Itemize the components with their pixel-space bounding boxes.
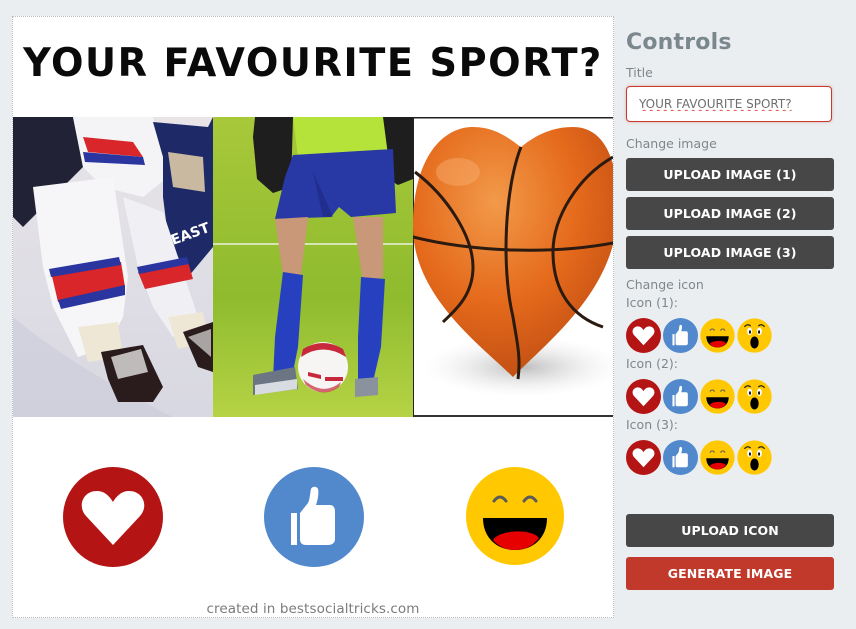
thumbs-up-icon[interactable] bbox=[663, 318, 698, 353]
upload-image-1-button[interactable]: UPLOAD IMAGE (1) bbox=[626, 158, 834, 191]
image-strip: EAST bbox=[13, 117, 613, 417]
heart-icon bbox=[63, 467, 163, 567]
change-image-label: Change image bbox=[626, 136, 717, 151]
icon-3-label: Icon (3): bbox=[626, 417, 679, 432]
heart-icon[interactable] bbox=[626, 318, 661, 353]
thumbs-up-icon[interactable] bbox=[663, 379, 698, 414]
basketball-heart-image bbox=[413, 117, 613, 417]
surprised-face-icon[interactable] bbox=[737, 318, 772, 353]
upload-image-3-button[interactable]: UPLOAD IMAGE (3) bbox=[626, 236, 834, 269]
icon-2-label: Icon (2): bbox=[626, 356, 679, 371]
surprised-face-icon[interactable] bbox=[737, 440, 772, 475]
laughing-face-icon bbox=[465, 466, 565, 566]
generate-image-button[interactable]: GENERATE IMAGE bbox=[626, 557, 834, 590]
thumbs-up-icon bbox=[264, 467, 364, 567]
surprised-face-icon[interactable] bbox=[737, 379, 772, 414]
icon-2-options bbox=[626, 379, 836, 415]
reaction-icons bbox=[13, 467, 613, 567]
preview-canvas: YOUR FAVOURITE SPORT? EAST created in be… bbox=[12, 16, 614, 618]
title-input[interactable] bbox=[626, 86, 832, 122]
thumbs-up-icon[interactable] bbox=[663, 440, 698, 475]
upload-icon-button[interactable]: UPLOAD ICON bbox=[626, 514, 834, 547]
change-icon-label: Change icon bbox=[626, 277, 704, 292]
laughing-face-icon[interactable] bbox=[700, 379, 735, 414]
soccer-image bbox=[213, 117, 413, 417]
upload-image-2-button[interactable]: UPLOAD IMAGE (2) bbox=[626, 197, 834, 230]
title-label: Title bbox=[626, 65, 653, 80]
heart-icon[interactable] bbox=[626, 440, 661, 475]
laughing-face-icon[interactable] bbox=[700, 440, 735, 475]
heart-icon[interactable] bbox=[626, 379, 661, 414]
canvas-title: YOUR FAVOURITE SPORT? bbox=[23, 41, 603, 86]
controls-panel: Controls Title Change image UPLOAD IMAGE… bbox=[626, 30, 836, 590]
controls-heading: Controls bbox=[626, 30, 732, 55]
icon-1-options bbox=[626, 318, 836, 354]
icon-3-options bbox=[626, 440, 836, 476]
credit-text: created in bestsocialtricks.com bbox=[206, 601, 420, 617]
icon-1-label: Icon (1): bbox=[626, 295, 679, 310]
ice-hockey-image: EAST bbox=[13, 117, 213, 417]
laughing-face-icon[interactable] bbox=[700, 318, 735, 353]
